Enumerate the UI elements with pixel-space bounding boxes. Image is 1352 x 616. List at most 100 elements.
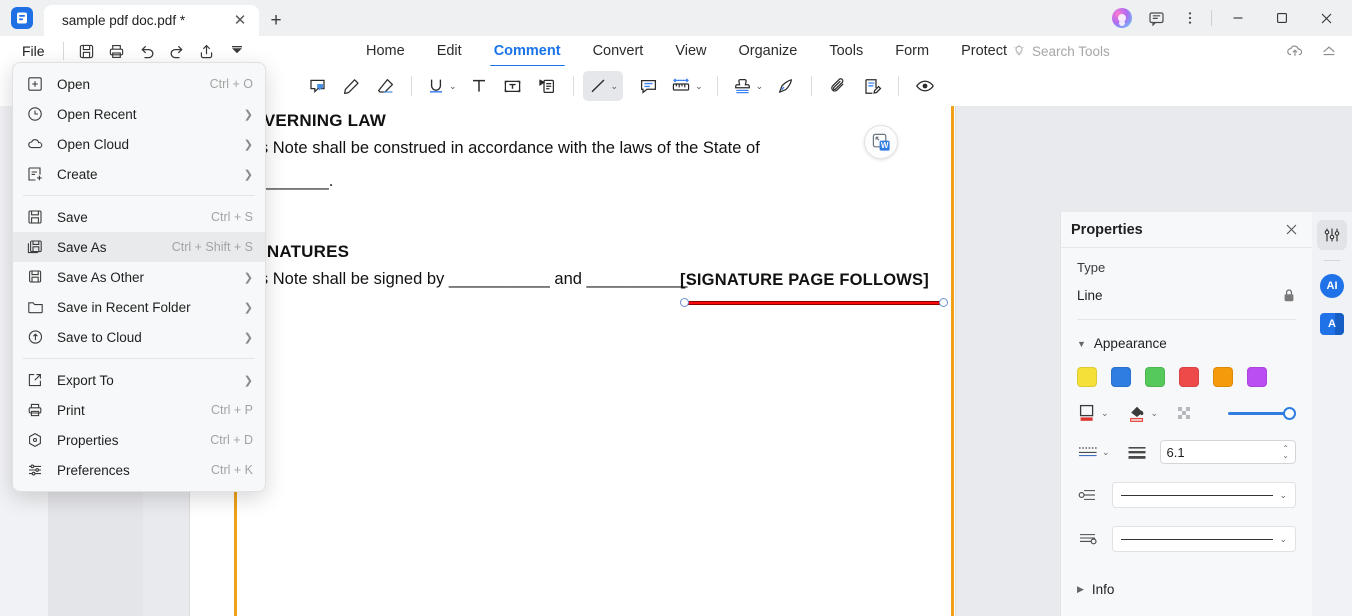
line-annotation[interactable] xyxy=(680,298,948,307)
undo-icon[interactable] xyxy=(132,38,162,64)
ai-icon[interactable]: AI xyxy=(1317,271,1347,301)
tab-edit[interactable]: Edit xyxy=(421,38,478,64)
callout-tool[interactable] xyxy=(530,71,564,101)
document-tab[interactable]: sample pdf doc.pdf * ✕ xyxy=(44,5,259,36)
start-style-select[interactable]: ⌄ xyxy=(1112,482,1296,508)
file-menu-button[interactable]: File xyxy=(14,40,53,62)
translate-badge: A xyxy=(1320,313,1344,335)
menu-item-save-in-recent-folder[interactable]: Save in Recent Folder ❯ xyxy=(13,292,265,322)
file-dropdown-menu[interactable]: Open Ctrl + O Open Recent ❯ Open Cloud ❯ xyxy=(12,62,266,492)
text-box-tool[interactable] xyxy=(496,71,530,101)
tab-convert[interactable]: Convert xyxy=(577,38,660,64)
feedback-icon[interactable] xyxy=(1139,2,1173,34)
swatch-green[interactable] xyxy=(1145,367,1165,387)
eraser-tool[interactable] xyxy=(368,71,402,101)
print-icon[interactable] xyxy=(102,38,132,64)
swatch-orange[interactable] xyxy=(1213,367,1233,387)
account-avatar[interactable] xyxy=(1105,2,1139,34)
swatch-purple[interactable] xyxy=(1247,367,1267,387)
redo-icon[interactable] xyxy=(162,38,192,64)
open-icon xyxy=(25,76,45,92)
chevron-right-icon: ❯ xyxy=(243,271,253,284)
menu-item-label: Save to Cloud xyxy=(57,329,142,345)
convert-to-word-button[interactable]: W xyxy=(864,125,898,159)
show-comments-tool[interactable] xyxy=(908,71,942,101)
menu-item-save[interactable]: Save Ctrl + S xyxy=(13,202,265,232)
rail-divider xyxy=(1324,260,1340,261)
translate-badge-label: A xyxy=(1328,318,1336,330)
end-style-select[interactable]: ⌄ xyxy=(1112,526,1296,552)
tab-form[interactable]: Form xyxy=(879,38,945,64)
save-icon[interactable] xyxy=(72,38,102,64)
ai-badge-label: AI xyxy=(1320,274,1344,298)
underline-tool[interactable]: ⌄ xyxy=(421,71,462,101)
tab-view[interactable]: View xyxy=(659,38,722,64)
line-tool[interactable]: ⌄ xyxy=(582,71,624,101)
menu-item-properties[interactable]: Properties Ctrl + D xyxy=(13,425,265,455)
menu-item-export-to[interactable]: Export To ❯ xyxy=(13,365,265,395)
more-quick-access-icon[interactable] xyxy=(222,38,252,64)
measure-tool[interactable]: ⌄ xyxy=(665,71,708,101)
fill-color-control[interactable]: ⌄ xyxy=(1127,403,1158,424)
lock-icon[interactable] xyxy=(1282,288,1296,303)
chevron-down-icon: ⌄ xyxy=(610,80,619,91)
border-color-control[interactable]: ⌄ xyxy=(1077,403,1109,424)
swatch-yellow[interactable] xyxy=(1077,367,1097,387)
tab-tools[interactable]: Tools xyxy=(813,38,879,64)
tab-home[interactable]: Home xyxy=(350,38,421,64)
info-section-header[interactable]: ▶ Info xyxy=(1077,582,1296,597)
signature-tool[interactable] xyxy=(768,71,802,101)
translate-icon[interactable]: A xyxy=(1317,309,1347,339)
text-tool[interactable] xyxy=(462,71,496,101)
ribbon-tabs: Home Edit Comment Convert View Organize … xyxy=(350,36,1023,67)
stamp-tool[interactable]: ⌄ xyxy=(727,71,769,101)
tab-organize[interactable]: Organize xyxy=(723,38,814,64)
maximize-button[interactable] xyxy=(1260,2,1304,34)
folder-icon xyxy=(25,299,45,315)
close-properties-icon[interactable] xyxy=(1280,219,1302,241)
info-label: Info xyxy=(1091,582,1115,597)
close-tab-icon[interactable]: ✕ xyxy=(229,10,251,32)
menu-item-save-to-cloud[interactable]: Save to Cloud ❯ xyxy=(13,322,265,352)
dash-style-control[interactable]: ⌄ xyxy=(1077,443,1110,461)
menu-item-create[interactable]: Create ❯ xyxy=(13,159,265,189)
opacity-slider-knob[interactable] xyxy=(1283,407,1296,420)
pencil-tool[interactable] xyxy=(334,71,368,101)
swatch-blue[interactable] xyxy=(1111,367,1131,387)
line-handle-end[interactable] xyxy=(939,298,948,307)
tab-comment[interactable]: Comment xyxy=(478,38,577,67)
share-icon[interactable] xyxy=(192,38,222,64)
thickness-stepper[interactable]: ⌃ ⌄ xyxy=(1282,445,1289,460)
page-viewport[interactable]: GOVERNING LAW This Note shall be constru… xyxy=(143,106,1060,616)
document-page[interactable]: GOVERNING LAW This Note shall be constru… xyxy=(190,106,955,616)
thickness-input[interactable]: 6.1 ⌃ ⌄ xyxy=(1159,440,1296,464)
comment-list-tool[interactable] xyxy=(855,71,889,101)
more-options-icon[interactable] xyxy=(1173,2,1207,34)
close-window-button[interactable] xyxy=(1304,2,1348,34)
new-tab-button[interactable]: + xyxy=(259,5,293,36)
menu-item-print[interactable]: Print Ctrl + P xyxy=(13,395,265,425)
opacity-slider[interactable] xyxy=(1228,407,1296,420)
attachment-tool[interactable] xyxy=(821,71,855,101)
collapse-ribbon-icon[interactable] xyxy=(1314,38,1344,64)
save-as-other-icon xyxy=(25,269,45,285)
cloud-upload-icon xyxy=(25,329,45,345)
cloud-upload-icon[interactable] xyxy=(1280,38,1310,64)
minimize-button[interactable] xyxy=(1216,2,1260,34)
search-tools[interactable]: Search Tools xyxy=(1012,36,1110,66)
appearance-section-header[interactable]: ▼ Appearance xyxy=(1077,336,1296,351)
sticky-note-tool[interactable] xyxy=(300,71,334,101)
menu-item-open-cloud[interactable]: Open Cloud ❯ xyxy=(13,129,265,159)
menu-item-save-as[interactable]: Save As Ctrl + Shift + S xyxy=(13,232,265,262)
menu-item-open[interactable]: Open Ctrl + O xyxy=(13,69,265,99)
menu-item-preferences[interactable]: Preferences Ctrl + K xyxy=(13,455,265,485)
menu-item-open-recent[interactable]: Open Recent ❯ xyxy=(13,99,265,129)
line-handle-start[interactable] xyxy=(680,298,689,307)
menu-item-save-as-other[interactable]: Save As Other ❯ xyxy=(13,262,265,292)
properties-panel-icon[interactable] xyxy=(1317,220,1347,250)
start-style-row: ⌄ xyxy=(1077,482,1296,508)
swatch-red[interactable] xyxy=(1179,367,1199,387)
text-comment-tool[interactable] xyxy=(631,71,665,101)
transparency-control[interactable] xyxy=(1176,405,1194,423)
chevron-down-icon: ⌄ xyxy=(1279,489,1287,500)
